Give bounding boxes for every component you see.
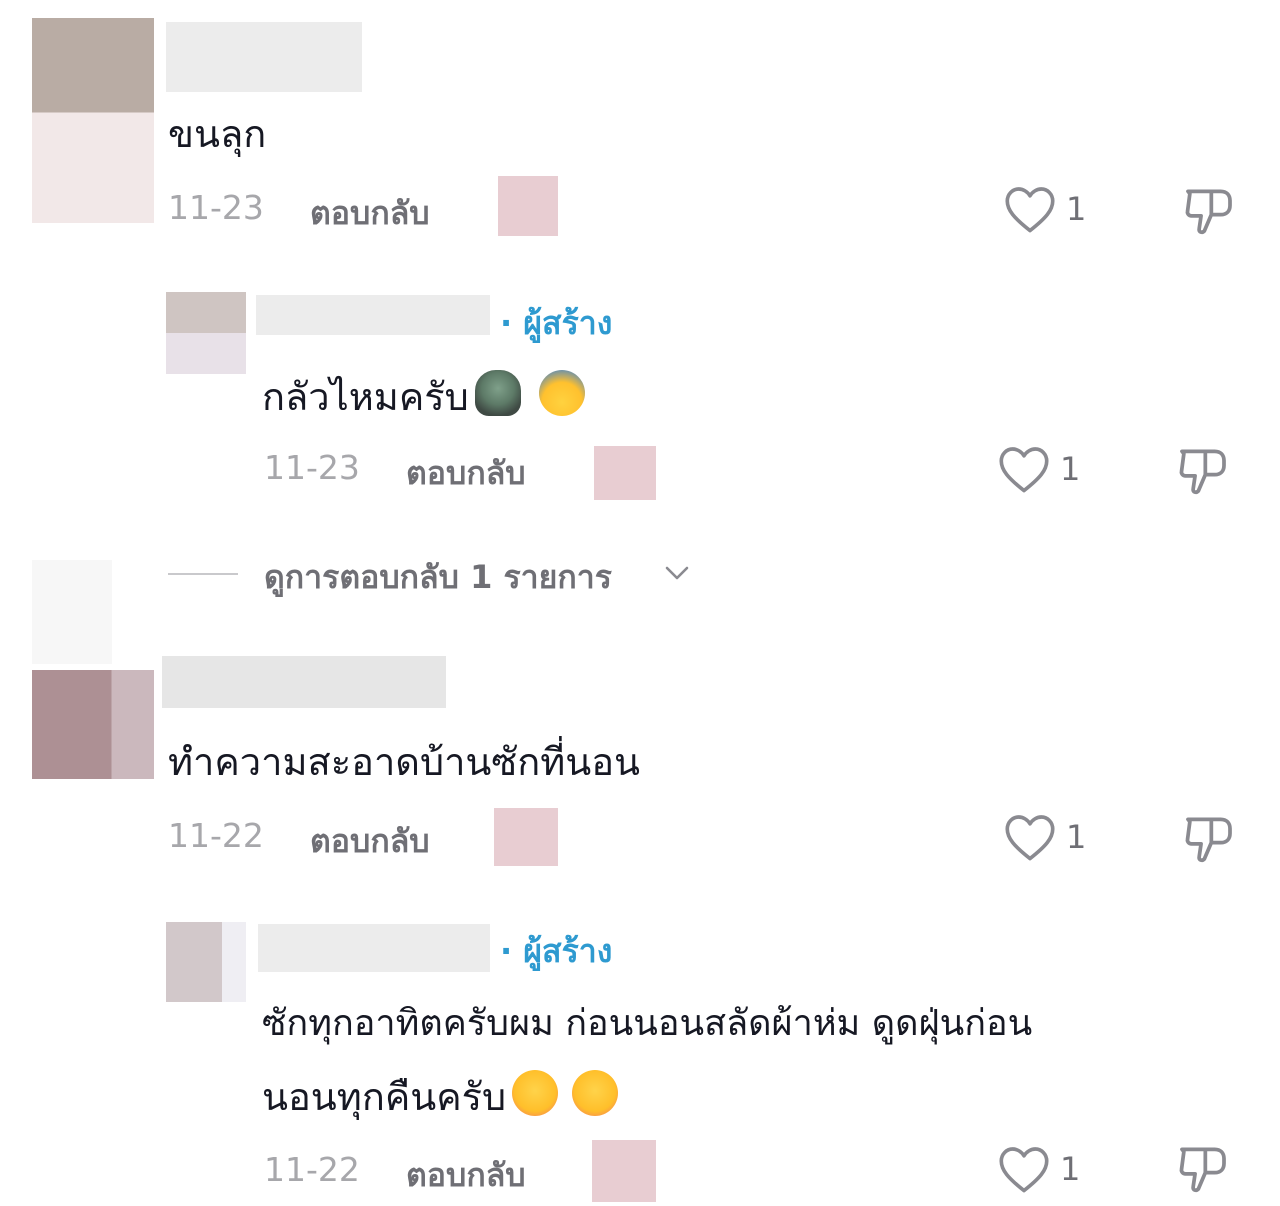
avatar[interactable] (32, 18, 154, 223)
thumbs-down-icon[interactable] (1174, 442, 1232, 498)
comment-text-line-1: ซักทุกอาทิตครับผม ก่อนนอนสลัดผ้าห่ม ดูดฝ… (262, 1003, 1033, 1044)
avatar[interactable] (32, 670, 154, 779)
username-redacted[interactable] (258, 924, 490, 972)
comment-date: 11-22 (168, 816, 264, 855)
like-count: 1 (1060, 1150, 1081, 1188)
username-redacted[interactable] (256, 295, 490, 335)
like-count: 1 (1066, 818, 1087, 856)
zombie-woman-emoji (474, 370, 521, 416)
comment-text: กลัวไหมครับ (262, 370, 585, 421)
thumbs-down-icon[interactable] (1180, 810, 1238, 866)
comment-text: ขนลุก (168, 112, 267, 156)
view-replies-label: ดูการตอบกลับ 1 รายการ (264, 558, 612, 596)
smiling-face-with-hearts-emoji (572, 1070, 619, 1116)
comment-text-line-2: นอนทุกคืนครับ (262, 1070, 619, 1121)
comment-date: 11-23 (168, 188, 264, 227)
smiling-face-with-hearts-emoji (512, 1070, 559, 1116)
redacted-block (498, 176, 558, 236)
reply-button[interactable]: ตอบกลับ (406, 1150, 526, 1201)
username-redacted[interactable] (162, 656, 446, 708)
comment-text-content: กลัวไหมครับ (262, 375, 469, 419)
like-count: 1 (1060, 450, 1081, 488)
avatar[interactable] (166, 922, 246, 1002)
username-redacted[interactable] (166, 22, 362, 92)
face-screaming-in-fear-emoji (538, 370, 585, 416)
reply-button[interactable]: ตอบกลับ (310, 816, 430, 867)
heart-outline-icon[interactable] (1002, 184, 1058, 234)
redacted-block (594, 446, 656, 500)
heart-outline-icon[interactable] (1002, 812, 1058, 862)
creator-badge: · ผู้สร้าง (500, 932, 613, 970)
creator-badge: · ผู้สร้าง (500, 304, 613, 342)
comment-date: 11-23 (264, 448, 360, 487)
comment-date: 11-22 (264, 1150, 360, 1189)
comment-text: ทำความสะอาดบ้านซักที่นอน (168, 740, 641, 784)
thumbs-down-icon[interactable] (1180, 182, 1238, 238)
divider-line (168, 573, 238, 575)
thumbs-down-icon[interactable] (1174, 1140, 1232, 1196)
redacted-block (592, 1140, 656, 1202)
chevron-down-icon (665, 566, 689, 580)
avatar[interactable] (166, 292, 246, 374)
heart-outline-icon[interactable] (996, 444, 1052, 494)
reply-button[interactable]: ตอบกลับ (310, 188, 430, 239)
like-count: 1 (1066, 190, 1087, 228)
heart-outline-icon[interactable] (996, 1144, 1052, 1194)
reply-button[interactable]: ตอบกลับ (406, 448, 526, 499)
redacted-block (494, 808, 558, 866)
comment-text-content: นอนทุกคืนครับ (262, 1075, 507, 1119)
redacted-block (32, 560, 112, 664)
